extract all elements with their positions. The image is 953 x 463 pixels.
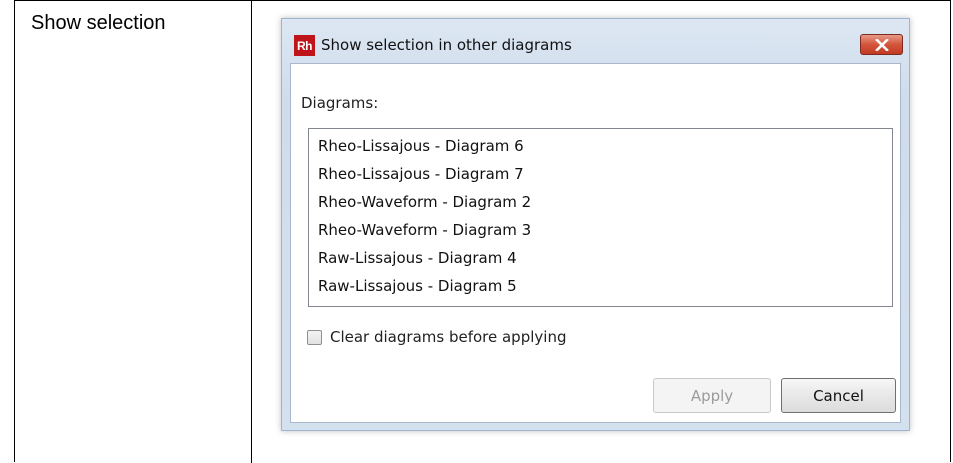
list-item[interactable]: Rheo-Lissajous - Diagram 7 bbox=[318, 165, 524, 183]
close-button[interactable] bbox=[860, 34, 903, 55]
diagrams-listbox[interactable]: Rheo-Lissajous - Diagram 6 Rheo-Lissajou… bbox=[308, 128, 893, 307]
list-item[interactable]: Raw-Lissajous - Diagram 5 bbox=[318, 277, 517, 295]
table-column-divider bbox=[251, 1, 252, 463]
close-icon bbox=[874, 38, 889, 51]
dialog-client-area: Diagrams: Rheo-Lissajous - Diagram 6 Rhe… bbox=[290, 63, 901, 423]
apply-button[interactable]: Apply bbox=[653, 378, 771, 413]
show-selection-dialog: Rh Show selection in other diagrams Diag… bbox=[281, 18, 910, 431]
dialog-title: Show selection in other diagrams bbox=[321, 36, 572, 54]
clear-diagrams-checkbox[interactable] bbox=[307, 330, 322, 345]
clear-diagrams-label[interactable]: Clear diagrams before applying bbox=[330, 328, 566, 346]
rheo-app-icon: Rh bbox=[294, 35, 315, 56]
list-item[interactable]: Rheo-Waveform - Diagram 3 bbox=[318, 221, 531, 239]
cancel-button[interactable]: Cancel bbox=[781, 378, 896, 413]
list-item[interactable]: Rheo-Lissajous - Diagram 6 bbox=[318, 137, 524, 155]
diagrams-label: Diagrams: bbox=[301, 94, 379, 112]
list-item[interactable]: Raw-Lissajous - Diagram 4 bbox=[318, 249, 517, 267]
dialog-titlebar[interactable]: Rh Show selection in other diagrams bbox=[282, 19, 909, 57]
list-item[interactable]: Rheo-Waveform - Diagram 2 bbox=[318, 193, 531, 211]
table-cell-label: Show selection bbox=[31, 12, 166, 34]
